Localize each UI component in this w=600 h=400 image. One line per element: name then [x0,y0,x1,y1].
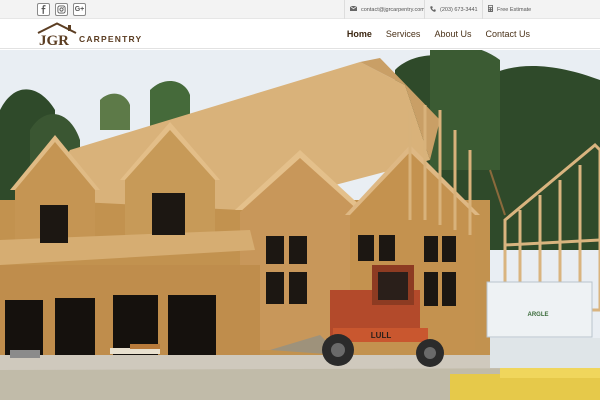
phone-contact[interactable]: (203) 673-3441 [424,0,479,19]
site-header: JGR CARPENTRY Home Services About Us Con… [0,19,600,49]
free-estimate-text: Free Estimate [497,6,532,13]
site-logo[interactable]: JGR CARPENTRY [36,22,146,46]
logo-house-mark: JGR [37,22,77,46]
logo-initials: JGR [39,33,69,46]
facebook-icon [41,5,46,14]
envelope-icon [349,5,358,13]
top-utility-bar: G+ contact@jgrcarpentry.com (203) 673-34… [0,0,600,19]
instagram-icon [57,5,66,14]
nav-about-us[interactable]: About Us [434,29,471,39]
logo-wordmark: CARPENTRY [79,34,143,44]
main-nav: Home Services About Us Contact Us [347,19,530,49]
nav-services[interactable]: Services [386,29,421,39]
email-text: contact@jgrcarpentry.com [361,6,425,13]
free-estimate-link[interactable]: Free Estimate [482,0,542,19]
hero-image: ARGLE LULL [0,50,600,400]
instagram-link[interactable] [55,3,68,16]
facebook-link[interactable] [37,3,50,16]
phone-text: (203) 673-3441 [440,6,478,13]
loader-sign: LULL [371,331,392,340]
page: G+ contact@jgrcarpentry.com (203) 673-34… [0,0,600,400]
googleplus-icon: G+ [74,6,85,13]
wrap-brand-text: ARGLE [528,312,549,318]
email-contact[interactable]: contact@jgrcarpentry.com [344,0,425,19]
nav-home[interactable]: Home [347,29,372,39]
calculator-icon [488,5,493,14]
nav-contact-us[interactable]: Contact Us [485,29,530,39]
phone-icon [430,5,436,14]
googleplus-link[interactable]: G+ [73,3,86,16]
house-construction-photo: ARGLE LULL [0,50,600,400]
